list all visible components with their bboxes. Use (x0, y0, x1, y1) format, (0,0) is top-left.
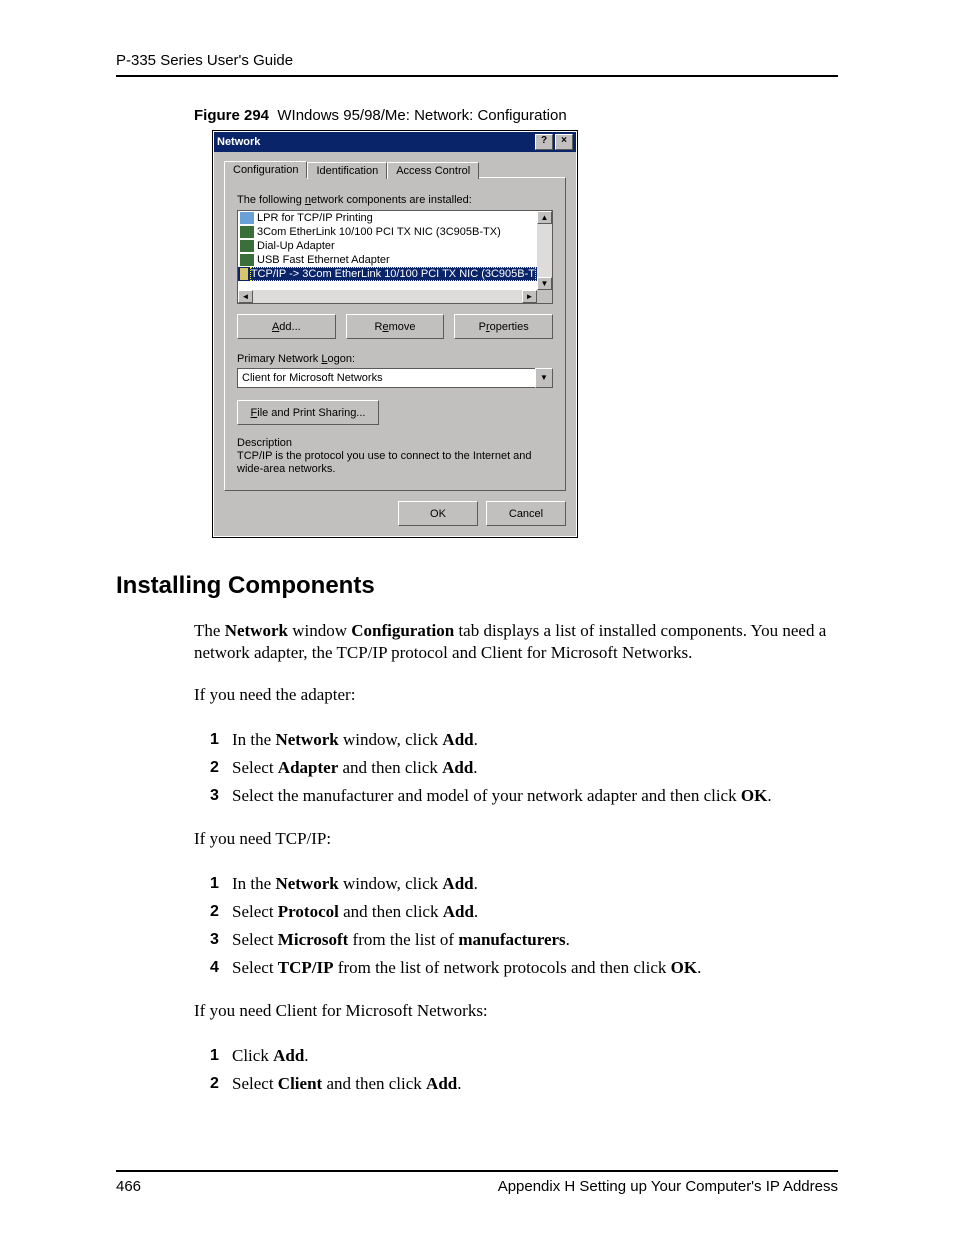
list-item[interactable]: 3Com EtherLink 10/100 PCI TX NIC (3C905B… (238, 225, 537, 239)
page-footer: 466 Appendix H Setting up Your Computer'… (116, 1170, 838, 1195)
running-header: P-335 Series User's Guide (116, 52, 838, 69)
list-step: Click Add. (210, 1042, 838, 1070)
components-label: The following network components are ins… (237, 194, 553, 206)
remove-button[interactable]: Remove (346, 314, 445, 339)
list-step: Select TCP/IP from the list of network p… (210, 954, 838, 982)
tab-identification[interactable]: Identification (307, 162, 387, 179)
add-button[interactable]: Add... (237, 314, 336, 339)
list-item[interactable]: Dial-Up Adapter (238, 239, 537, 253)
paragraph: If you need Client for Microsoft Network… (194, 1000, 838, 1022)
tab-strip: Configuration Identification Access Cont… (224, 160, 566, 177)
ordered-list: In the Network window, click Add. Select… (210, 726, 838, 810)
page-number: 466 (116, 1178, 141, 1195)
scroll-left-icon[interactable]: ◄ (238, 290, 253, 303)
figure-caption: Figure 294 WIndows 95/98/Me: Network: Co… (194, 107, 838, 124)
logon-combobox[interactable]: ▼ (237, 368, 553, 388)
scroll-corner (537, 290, 552, 303)
ok-button[interactable]: OK (398, 501, 478, 526)
tab-configuration[interactable]: Configuration (224, 161, 307, 178)
cancel-button[interactable]: Cancel (486, 501, 566, 526)
window-title: Network (217, 136, 533, 148)
scroll-right-icon[interactable]: ► (522, 290, 537, 303)
logon-label: Primary Network Logon: (237, 353, 553, 365)
description-label: Description (237, 437, 553, 449)
description-text: TCP/IP is the protocol you use to connec… (237, 450, 553, 476)
printer-icon (240, 212, 254, 224)
chevron-down-icon[interactable]: ▼ (535, 368, 553, 388)
list-step: In the Network window, click Add. (210, 870, 838, 898)
help-icon[interactable]: ? (535, 134, 553, 150)
paragraph: The Network window Configuration tab dis… (194, 620, 838, 664)
paragraph: If you need the adapter: (194, 684, 838, 706)
list-step: Select Protocol and then click Add. (210, 898, 838, 926)
properties-button[interactable]: Properties (454, 314, 553, 339)
scroll-down-icon[interactable]: ▼ (537, 277, 552, 290)
ordered-list: Click Add. Select Client and then click … (210, 1042, 838, 1098)
file-print-sharing-button[interactable]: File and Print Sharing... (237, 400, 379, 425)
horizontal-scrollbar[interactable]: ◄► (238, 290, 537, 303)
scroll-up-icon[interactable]: ▲ (537, 211, 552, 224)
list-step: Select Microsoft from the list of manufa… (210, 926, 838, 954)
list-step: Select Adapter and then click Add. (210, 754, 838, 782)
list-step: Select the manufacturer and model of you… (210, 782, 838, 810)
header-rule (116, 75, 838, 77)
vertical-scrollbar[interactable]: ▲▼ (537, 211, 552, 290)
tab-access-control[interactable]: Access Control (387, 162, 479, 179)
list-step: Select Client and then click Add. (210, 1070, 838, 1098)
adapter-icon (240, 254, 254, 266)
list-item-selected[interactable]: TCP/IP -> 3Com EtherLink 10/100 PCI TX N… (238, 267, 537, 281)
list-item[interactable]: LPR for TCP/IP Printing (238, 211, 537, 225)
screenshot: Network ? × Configuration Identification… (212, 130, 578, 538)
adapter-icon (240, 240, 254, 252)
figure-label: Figure 294 (194, 107, 269, 124)
list-step: In the Network window, click Add. (210, 726, 838, 754)
appendix-title: Appendix H Setting up Your Computer's IP… (498, 1178, 838, 1195)
footer-rule (116, 1170, 838, 1172)
section-heading: Installing Components (116, 572, 838, 600)
tab-panel: The following network components are ins… (224, 177, 566, 491)
close-icon[interactable]: × (555, 134, 573, 150)
figure-caption-text: WIndows 95/98/Me: Network: Configuration (277, 107, 566, 124)
protocol-icon (240, 268, 248, 280)
ordered-list: In the Network window, click Add. Select… (210, 870, 838, 982)
logon-value[interactable] (237, 368, 535, 388)
components-listbox[interactable]: LPR for TCP/IP Printing 3Com EtherLink 1… (237, 210, 553, 304)
adapter-icon (240, 226, 254, 238)
paragraph: If you need TCP/IP: (194, 828, 838, 850)
list-item[interactable]: USB Fast Ethernet Adapter (238, 253, 537, 267)
window-titlebar[interactable]: Network ? × (214, 132, 576, 152)
